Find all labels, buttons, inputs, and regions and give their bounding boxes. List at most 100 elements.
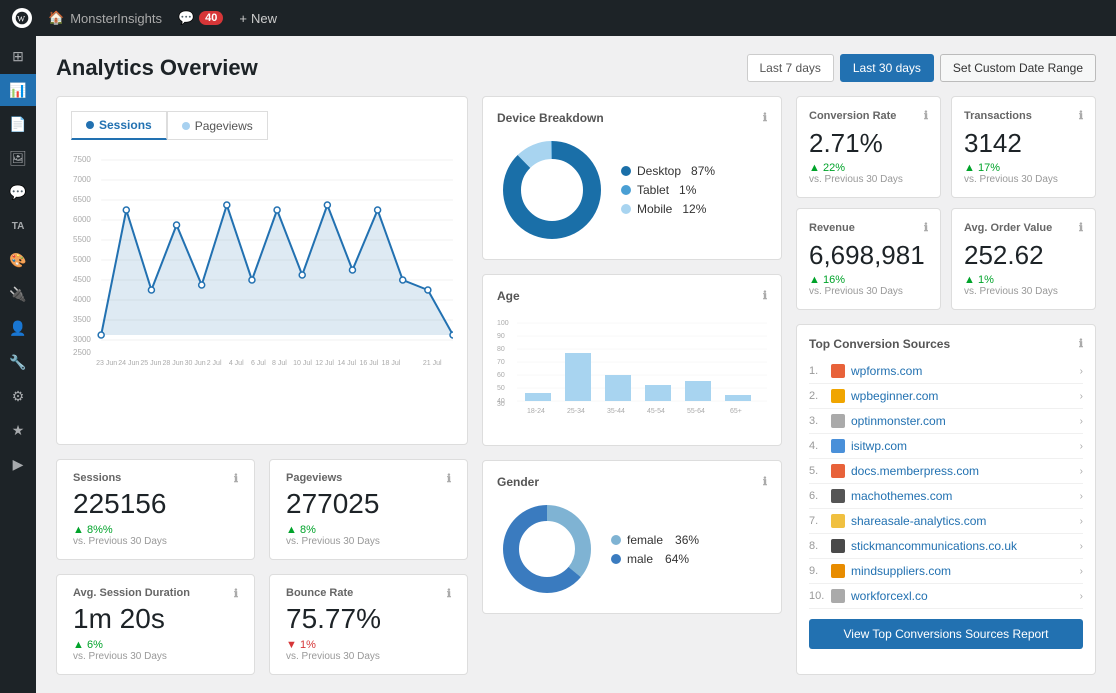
svg-text:30: 30 [497,401,505,408]
transactions-info[interactable]: ℹ [1079,109,1083,122]
bounce-change: 1% [286,639,451,651]
sidebar-icon-circle[interactable]: ▶ [0,448,36,480]
svg-text:25-34: 25-34 [567,408,585,415]
sessions-info-icon[interactable]: ℹ [234,472,238,485]
source-expand-icon[interactable]: › [1080,391,1083,402]
sources-title-text: Top Conversion Sources [809,337,950,351]
source-name[interactable]: stickmancommunications.co.uk [851,539,1074,553]
last-7-days-button[interactable]: Last 7 days [747,54,834,82]
svg-text:24 Jun: 24 Jun [118,360,139,367]
custom-date-button[interactable]: Set Custom Date Range [940,54,1096,82]
conversion-grid: Conversion Rate ℹ 2.71% 22% vs. Previous… [796,96,1096,310]
tab-sessions[interactable]: Sessions [71,111,167,140]
sidebar-icon-settings[interactable]: ⚙ [0,380,36,412]
revenue-info[interactable]: ℹ [924,221,928,234]
source-expand-icon[interactable]: › [1080,516,1083,527]
svg-text:28 Jun: 28 Jun [162,360,183,367]
svg-text:55-64: 55-64 [687,408,705,415]
svg-text:45-54: 45-54 [647,408,665,415]
svg-text:3000: 3000 [73,335,91,344]
sidebar-icon-insights[interactable]: 📊 [0,74,36,106]
sidebar-icon-posts[interactable]: 📄 [0,108,36,140]
comments-link[interactable]: 💬 40 [178,10,223,26]
chart-tabs: Sessions Pageviews [71,111,453,140]
source-favicon [831,564,845,578]
sidebar: ⊞ 📊 📄 🖼 💬 TA 🎨 🔌 👤 🔧 ⚙ ★ ▶ [0,36,36,693]
avg-session-value: 1m 20s [73,604,238,635]
avg-session-sub: vs. Previous 30 Days [73,651,238,662]
source-name[interactable]: wpbeginner.com [851,389,1074,403]
gender-info-icon[interactable]: ℹ [763,475,767,489]
outer-layout: ⊞ 📊 📄 🖼 💬 TA 🎨 🔌 👤 🔧 ⚙ ★ ▶ Analytics Ove… [0,36,1116,693]
tab-pageviews[interactable]: Pageviews [167,111,268,140]
source-num: 1. [809,365,825,377]
source-item: 3. optinmonster.com › [809,409,1083,434]
view-sources-button[interactable]: View Top Conversions Sources Report [809,619,1083,649]
pageviews-change: 8% [286,524,451,536]
svg-text:35-44: 35-44 [607,408,625,415]
source-expand-icon[interactable]: › [1080,566,1083,577]
date-range-buttons: Last 7 days Last 30 days Set Custom Date… [747,54,1097,82]
svg-text:18 Jul: 18 Jul [382,360,401,367]
conv-rate-info[interactable]: ℹ [924,109,928,122]
source-item: 4. isitwp.com › [809,434,1083,459]
source-num: 2. [809,390,825,402]
source-expand-icon[interactable]: › [1080,416,1083,427]
sources-info-icon[interactable]: ℹ [1079,337,1083,351]
page-title: Analytics Overview [56,55,258,81]
last-30-days-button[interactable]: Last 30 days [840,54,934,82]
source-expand-icon[interactable]: › [1080,491,1083,502]
revenue-change: 16% [809,274,928,286]
source-name[interactable]: isitwp.com [851,439,1074,453]
pageviews-stat: Pageviews ℹ 277025 8% vs. Previous 30 Da… [269,459,468,560]
revenue-value: 6,698,981 [809,240,928,271]
new-button[interactable]: + New [239,11,277,26]
wp-logo[interactable]: W [12,8,32,28]
source-name[interactable]: docs.memberpress.com [851,464,1074,478]
source-expand-icon[interactable]: › [1080,466,1083,477]
source-name[interactable]: mindsuppliers.com [851,564,1074,578]
sidebar-icon-users[interactable]: 👤 [0,312,36,344]
svg-text:18-24: 18-24 [527,408,545,415]
avg-session-stat: Avg. Session Duration ℹ 1m 20s 6% vs. Pr… [56,574,255,675]
mobile-dot [621,204,631,214]
source-item: 8. stickmancommunications.co.uk › [809,534,1083,559]
source-expand-icon[interactable]: › [1080,591,1083,602]
sidebar-icon-ta[interactable]: TA [0,210,36,242]
avg-session-label: Avg. Session Duration [73,587,190,600]
source-name[interactable]: machothemes.com [851,489,1074,503]
sidebar-icon-comments[interactable]: 💬 [0,176,36,208]
source-name[interactable]: optinmonster.com [851,414,1074,428]
pageviews-info-icon[interactable]: ℹ [447,472,451,485]
source-expand-icon[interactable]: › [1080,541,1083,552]
sessions-value: 225156 [73,489,238,520]
source-name[interactable]: wpforms.com [851,364,1074,378]
sidebar-icon-tools[interactable]: 🔧 [0,346,36,378]
stats-row-1: Sessions ℹ 225156 8%% vs. Previous 30 Da… [56,459,468,560]
sidebar-icon-media[interactable]: 🖼 [0,142,36,174]
avg-session-info-icon[interactable]: ℹ [234,587,238,600]
stats-row-2: Avg. Session Duration ℹ 1m 20s 6% vs. Pr… [56,574,468,675]
sidebar-icon-plugins[interactable]: 🔌 [0,278,36,310]
sidebar-icon-star[interactable]: ★ [0,414,36,446]
transactions-label: Transactions [964,110,1032,122]
avg-order-info[interactable]: ℹ [1079,221,1083,234]
age-info-icon[interactable]: ℹ [763,289,767,303]
bounce-info-icon[interactable]: ℹ [447,587,451,600]
device-info-icon[interactable]: ℹ [763,111,767,125]
site-name[interactable]: 🏠 MonsterInsights [48,10,162,26]
revenue-card: Revenue ℹ 6,698,981 16% vs. Previous 30 … [796,208,941,310]
source-name[interactable]: workforcexl.co [851,589,1074,603]
svg-text:90: 90 [497,333,505,340]
source-name[interactable]: shareasale-analytics.com [851,514,1074,528]
gender-title: Gender [497,475,539,489]
sidebar-icon-wp[interactable]: ⊞ [0,40,36,72]
gender-donut-row: female 36% male 64% [497,499,767,599]
svg-text:4000: 4000 [73,295,91,304]
sidebar-icon-appearance[interactable]: 🎨 [0,244,36,276]
revenue-label: Revenue [809,222,855,234]
source-num: 3. [809,415,825,427]
source-expand-icon[interactable]: › [1080,441,1083,452]
pageviews-dot [182,122,190,130]
source-expand-icon[interactable]: › [1080,366,1083,377]
